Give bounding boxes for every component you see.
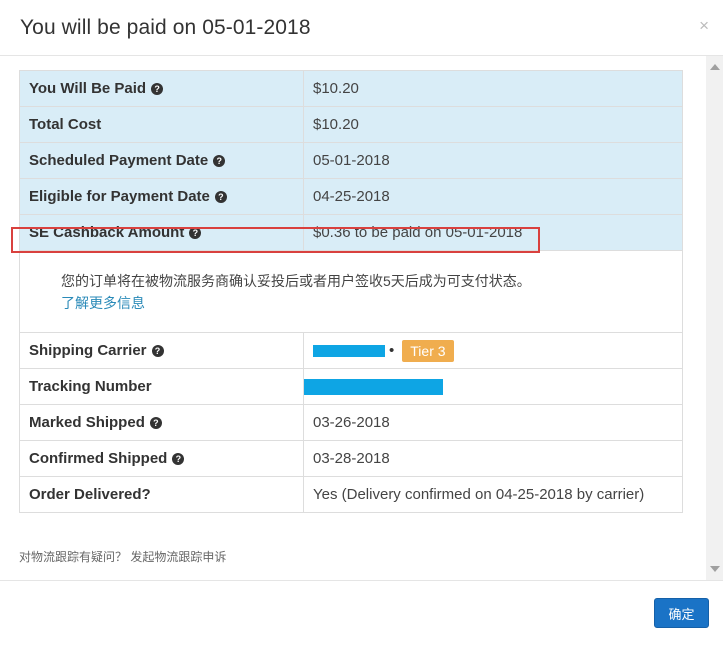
tracking-number-label: Tracking Number [19, 368, 304, 405]
scheduled-payment-date-label: Scheduled Payment Date? [19, 142, 304, 179]
marked-shipped-value: 03-26-2018 [303, 404, 683, 441]
table-row: Order Delivered? Yes (Delivery confirmed… [19, 476, 683, 513]
table-row: Total Cost $10.20 [19, 106, 683, 143]
table-row: Scheduled Payment Date? 05-01-2018 [19, 142, 683, 179]
modal-footer: 确定 [0, 580, 723, 645]
separator-dot: • [389, 342, 395, 359]
tier-badge: Tier 3 [402, 339, 454, 362]
question-circle-icon[interactable]: ? [172, 453, 185, 465]
close-icon[interactable]: × [699, 16, 709, 36]
question-circle-icon[interactable]: ? [151, 83, 164, 95]
question-circle-icon[interactable]: ? [214, 191, 227, 203]
scroll-up-arrow-icon[interactable] [710, 64, 720, 70]
table-row: Tracking Number [19, 368, 683, 405]
confirmed-shipped-value: 03-28-2018 [303, 440, 683, 477]
confirm-button[interactable]: 确定 [654, 598, 709, 628]
modal-title: You will be paid on 05-01-2018 [20, 16, 311, 39]
total-cost-label: Total Cost [19, 106, 304, 143]
total-cost-value: $10.20 [303, 106, 683, 143]
shipping-carrier-value: • Tier 3 [303, 332, 683, 369]
table-row: You Will Be Paid? $10.20 [19, 70, 683, 107]
scroll-down-arrow-icon[interactable] [710, 566, 720, 572]
question-circle-icon[interactable]: ? [149, 417, 162, 429]
redacted-carrier-bar [313, 344, 385, 357]
you-will-be-paid-label: You Will Be Paid? [19, 70, 304, 107]
redacted-tracking-bar [304, 379, 443, 396]
se-cashback-label: SE Cashback Amount? [19, 214, 304, 251]
payment-note-text: 您的订单将在被物流服务商确认妥投后或者用户签收5天后成为可支付状态。 [61, 273, 531, 289]
table-row: 您的订单将在被物流服务商确认妥投后或者用户签收5天后成为可支付状态。 了解更多信… [19, 250, 683, 333]
se-cashback-value: $0.36 to be paid on 05-01-2018 [303, 214, 683, 251]
table-row: Confirmed Shipped? 03-28-2018 [19, 440, 683, 477]
question-circle-icon[interactable]: ? [151, 345, 164, 357]
confirmed-shipped-label: Confirmed Shipped? [19, 440, 304, 477]
order-delivered-label: Order Delivered? [19, 476, 304, 513]
modal-header: You will be paid on 05-01-2018 × [0, 0, 723, 56]
shipping-carrier-label: Shipping Carrier? [19, 332, 304, 369]
order-delivered-value: Yes (Delivery confirmed on 04-25-2018 by… [303, 476, 683, 513]
eligible-payment-date-value: 04-25-2018 [303, 178, 683, 215]
you-will-be-paid-value: $10.20 [303, 70, 683, 107]
question-circle-icon[interactable]: ? [189, 227, 202, 239]
table-row: Shipping Carrier? • Tier 3 [19, 332, 683, 369]
modal-scrollbar[interactable] [706, 56, 723, 580]
eligible-payment-date-label: Eligible for Payment Date? [19, 178, 304, 215]
question-circle-icon[interactable]: ? [213, 155, 226, 167]
learn-more-link[interactable]: 了解更多信息 [61, 293, 682, 313]
tracking-dispute-link[interactable]: 对物流跟踪有疑问？ 发起物流跟踪申诉 [19, 548, 226, 565]
tracking-number-value [303, 368, 683, 405]
marked-shipped-label: Marked Shipped? [19, 404, 304, 441]
payment-note: 您的订单将在被物流服务商确认妥投后或者用户签收5天后成为可支付状态。 了解更多信… [19, 250, 683, 333]
table-row: Eligible for Payment Date? 04-25-2018 [19, 178, 683, 215]
table-row: Marked Shipped? 03-26-2018 [19, 404, 683, 441]
payment-details-table: You Will Be Paid? $10.20 Total Cost $10.… [19, 70, 683, 513]
scheduled-payment-date-value: 05-01-2018 [303, 142, 683, 179]
table-row: SE Cashback Amount? $0.36 to be paid on … [19, 214, 683, 251]
